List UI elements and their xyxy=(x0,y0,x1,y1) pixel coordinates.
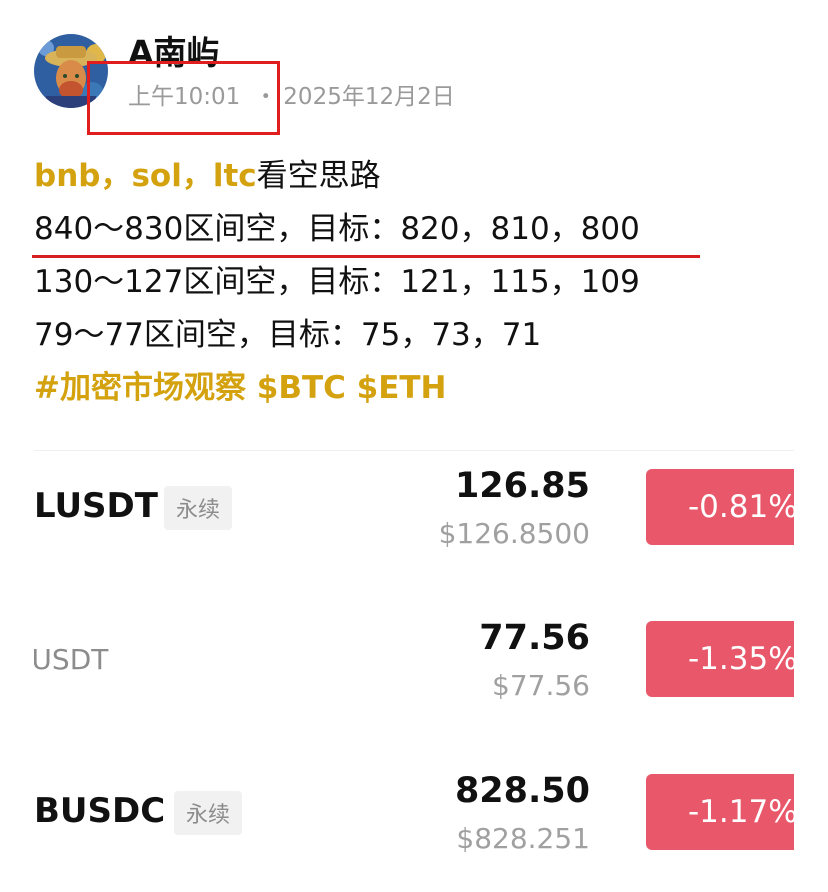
ticker-row[interactable]: LUSDT 永续 126.85 $126.8500 -0.81% xyxy=(34,451,794,591)
ticker-price: 126.85 xyxy=(454,466,590,506)
ticker-row[interactable]: BUSDC 永续 828.50 $828.251 -1.17% xyxy=(34,756,794,879)
post-line-3: 130～127区间空，目标：121，115，109 xyxy=(34,264,640,300)
perpetual-tag: 永续 xyxy=(164,486,233,530)
time-highlight-box xyxy=(87,61,280,135)
ticker-card: LUSDT 永续 126.85 $126.8500 -0.81% /USDT 7… xyxy=(34,450,794,879)
ticker-usd-price: $77.56 xyxy=(492,669,590,702)
ticker-symbol: /USDT xyxy=(34,643,109,676)
change-badge[interactable]: -1.35% xyxy=(646,621,794,697)
red-underline xyxy=(32,255,700,258)
ticker-price: 828.50 xyxy=(454,771,590,811)
ticker-usd-price: $828.251 xyxy=(456,822,590,855)
post-line-2: 840～830区间空，目标：820，810，800 xyxy=(34,211,640,247)
hashtag-line[interactable]: #加密市场观察 $BTC $ETH xyxy=(34,362,814,415)
coin-tags[interactable]: bnb，sol，ltc xyxy=(34,158,257,194)
ticker-price: 77.56 xyxy=(479,618,590,658)
ticker-row[interactable]: /USDT 77.56 $77.56 -1.35% xyxy=(34,603,794,743)
perpetual-tag: 永续 xyxy=(174,791,243,835)
change-badge[interactable]: -1.17% xyxy=(646,774,794,850)
ticker-symbol: LUSDT xyxy=(34,486,158,526)
post-line-1-suffix: 看空思路 xyxy=(256,158,381,194)
post-line-1: bnb，sol，ltc看空思路 xyxy=(34,150,814,203)
post-body: bnb，sol，ltc看空思路 840～830区间空，目标：820，810，80… xyxy=(34,150,814,415)
change-badge[interactable]: -0.81% xyxy=(646,469,794,545)
post-date: 2025年12月2日 xyxy=(283,84,455,110)
ticker-symbol: BUSDC xyxy=(34,791,166,831)
ticker-usd-price: $126.8500 xyxy=(438,517,590,550)
post-line-4: 79～77区间空，目标：75，73，71 xyxy=(34,317,542,353)
